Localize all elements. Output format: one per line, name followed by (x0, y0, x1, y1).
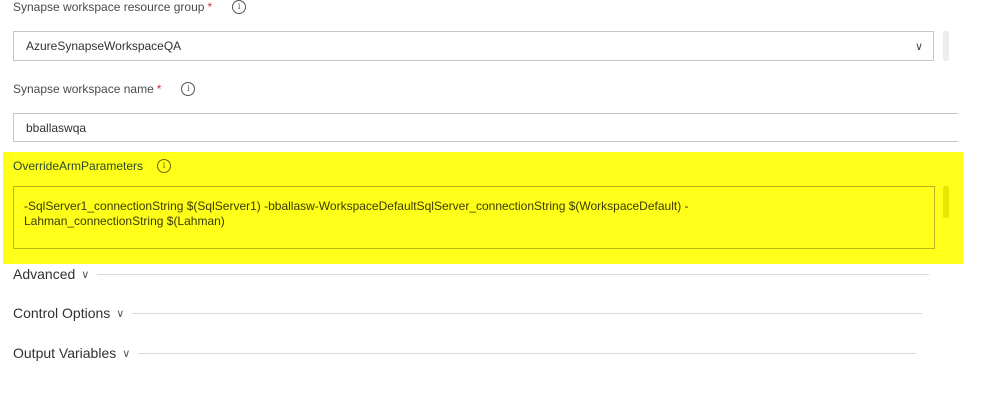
section-control-options-label: Control Options (13, 305, 111, 321)
workspace-name-label: Synapse workspace name (13, 82, 154, 96)
override-arm-label: OverrideArmParameters (13, 159, 144, 173)
section-advanced[interactable]: Advanced ∨ (13, 266, 930, 282)
info-icon[interactable]: i (181, 82, 196, 96)
resource-group-label-row: Synapse workspace resource group * i (13, 0, 247, 14)
chevron-down-icon: ∨ (116, 307, 125, 320)
override-arm-label-row: OverrideArmParameters i (13, 159, 172, 173)
workspace-name-value: bballaswqa (26, 120, 87, 135)
chevron-down-icon: ∨ (914, 41, 923, 53)
section-output-variables-label: Output Variables (13, 345, 117, 361)
section-divider (132, 312, 923, 314)
info-icon[interactable]: i (157, 159, 172, 173)
resource-group-dropdown[interactable]: AzureSynapseWorkspaceQA ∨ (13, 31, 934, 61)
info-icon[interactable]: i (232, 0, 247, 14)
textarea-scroll-stub (943, 186, 949, 218)
section-output-variables[interactable]: Output Variables ∨ (13, 345, 917, 361)
field-scroll-stub (943, 31, 949, 61)
workspace-name-input[interactable]: bballaswqa (13, 113, 958, 142)
override-arm-textarea[interactable]: -SqlServer1_connectionString $(SqlServer… (13, 186, 935, 249)
section-divider (138, 352, 917, 354)
section-control-options[interactable]: Control Options ∨ (13, 305, 923, 321)
section-advanced-label: Advanced (13, 266, 76, 282)
required-mark: * (156, 82, 162, 96)
section-divider (97, 273, 930, 275)
chevron-down-icon: ∨ (122, 347, 131, 360)
resource-group-value: AzureSynapseWorkspaceQA (26, 39, 182, 53)
required-mark: * (207, 0, 213, 14)
chevron-down-icon: ∨ (81, 268, 90, 281)
workspace-name-label-row: Synapse workspace name * i (13, 82, 196, 96)
resource-group-label: Synapse workspace resource group (13, 0, 205, 14)
